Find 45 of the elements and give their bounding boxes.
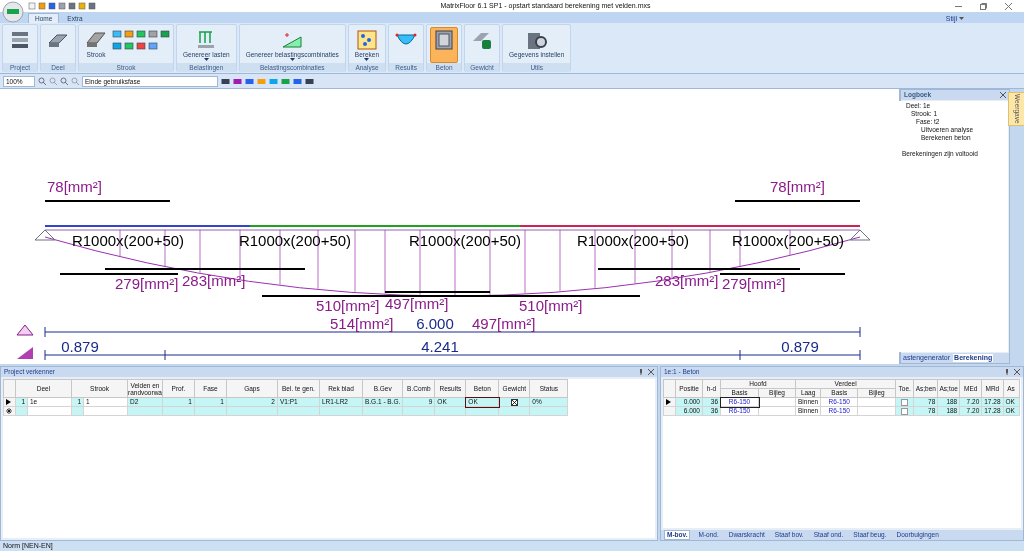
zoom-tool-icon[interactable] [60,77,68,85]
caret-icon[interactable] [959,17,964,20]
close-icon[interactable] [648,369,654,375]
section-label: R1000x(200+50) [408,232,522,249]
restore-icon[interactable] [980,2,987,10]
checkbox[interactable] [901,398,909,406]
pin-icon[interactable] [1004,369,1010,375]
close-icon[interactable] [1000,92,1006,98]
checkbox[interactable] [510,398,518,406]
caret-icon [289,58,295,61]
row-pointer-icon [666,399,671,405]
area-label: 514[mm²] [330,315,394,332]
row-pointer-icon [6,399,11,405]
area-label: 510[mm²] [316,297,380,314]
caret-icon [203,58,209,61]
area-label: 279[mm²] [115,275,179,292]
caret-icon [364,58,370,61]
close-icon[interactable] [1005,2,1012,10]
area-label: 497[mm²] [385,295,449,312]
section-label: R1000x(200+50) [71,232,185,249]
zoom-tool-icon[interactable] [38,77,46,85]
section-label: R1000x(200+50) [238,232,352,249]
dimension-label: 0.879 [61,338,99,355]
section-label: R1000x(200+50) [731,232,845,249]
area-label: 283[mm²] [655,272,719,289]
layers-icon [9,29,31,51]
rotation-support-icon [17,347,33,359]
close-icon[interactable] [1014,369,1020,375]
dimension-label: 4.241 [421,338,459,355]
triangle-support-icon [16,324,34,336]
abacus-icon [355,29,378,51]
area-label: 283[mm²] [182,272,246,289]
area-label: 497[mm²] [472,315,536,332]
new-row-icon [6,408,12,414]
ribbon-button[interactable] [430,27,459,63]
dimension-label: 0.879 [781,338,819,355]
area-label: 279[mm²] [722,275,786,292]
pin-icon[interactable] [638,369,644,375]
checkbox[interactable] [901,407,909,415]
area-label: 78[mm²] [770,178,825,195]
area-label: 78[mm²] [47,178,102,195]
area-label: 510[mm²] [519,297,583,314]
dimension-label: 6.000 [416,315,454,332]
section-label: R1000x(200+50) [576,232,690,249]
frame-icon [433,29,456,51]
